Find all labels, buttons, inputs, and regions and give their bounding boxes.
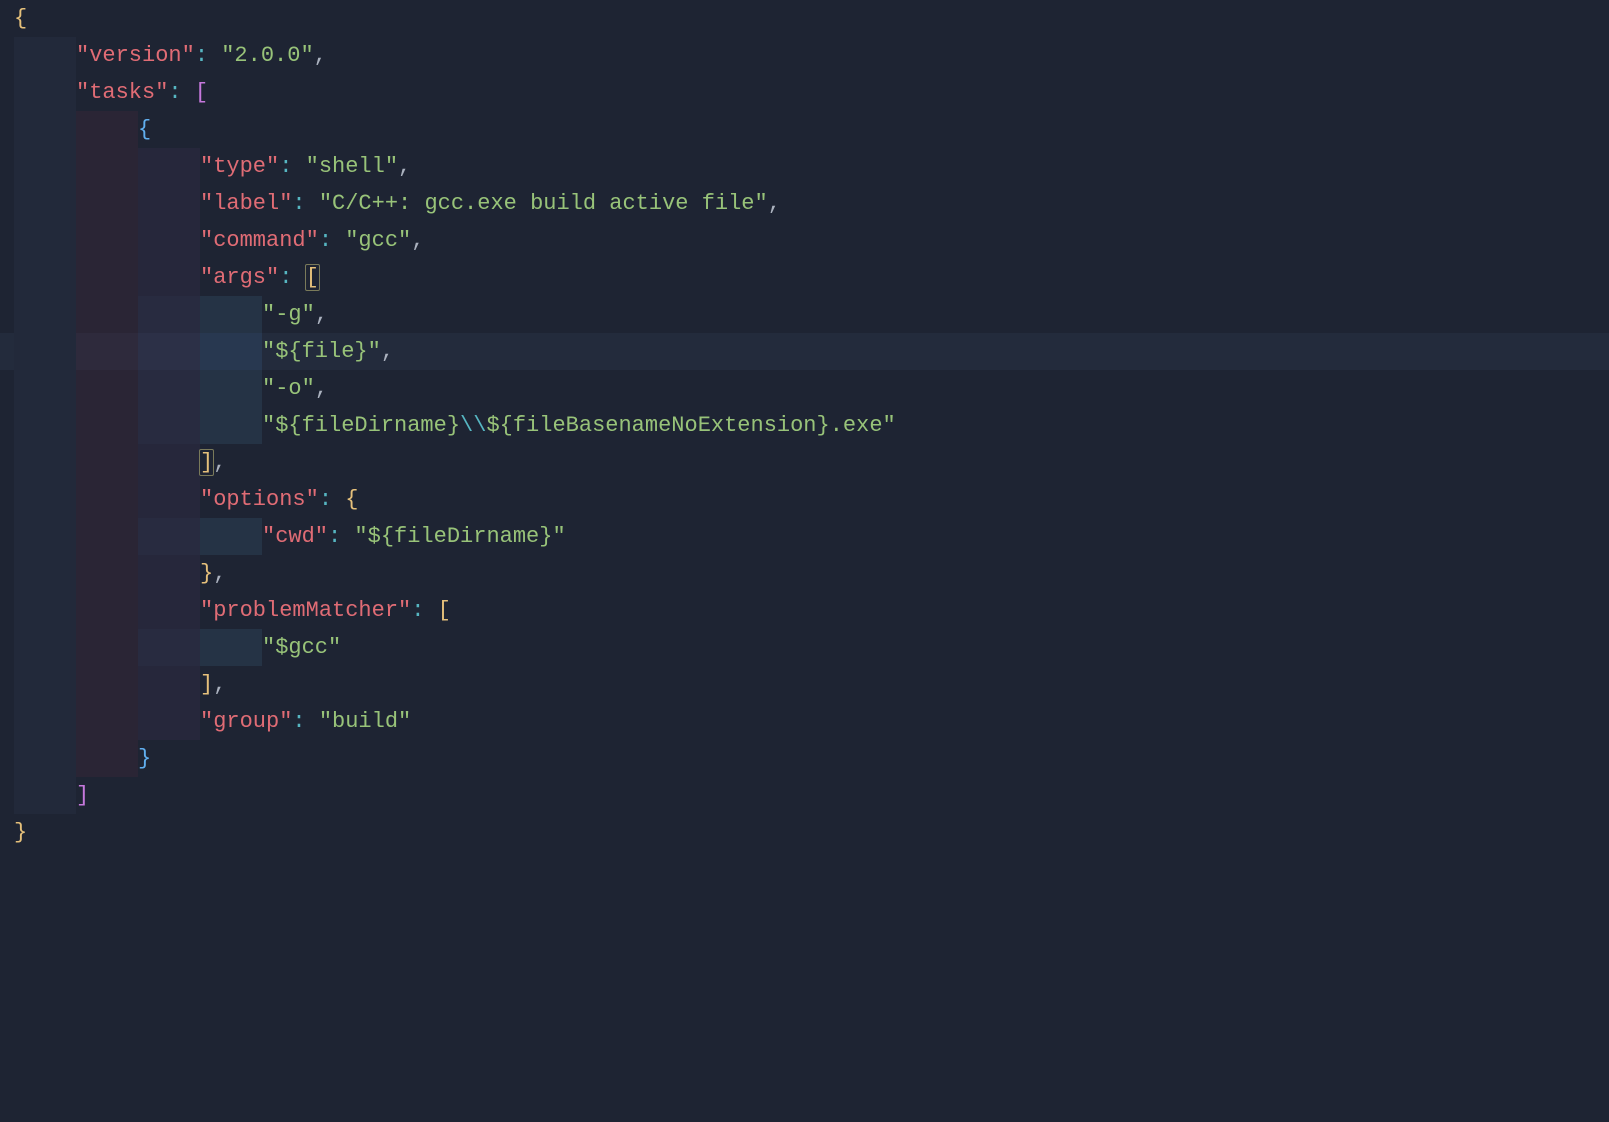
code-line[interactable]: "args": [: [0, 259, 1609, 296]
code-line[interactable]: {: [0, 111, 1609, 148]
json-string: "gcc": [345, 228, 411, 253]
code-line[interactable]: "type": "shell",: [0, 148, 1609, 185]
json-key: "cwd": [262, 524, 328, 549]
code-line[interactable]: "tasks": [: [0, 74, 1609, 111]
code-line[interactable]: "$gcc": [0, 629, 1609, 666]
code-line[interactable]: ],: [0, 444, 1609, 481]
code-line[interactable]: "problemMatcher": [: [0, 592, 1609, 629]
escape-seq: \\: [460, 413, 486, 438]
close-brace: }: [14, 820, 27, 845]
json-string: "${fileDirname}: [262, 413, 460, 438]
json-string: "$gcc": [262, 635, 341, 660]
code-line[interactable]: },: [0, 555, 1609, 592]
code-line[interactable]: "-g",: [0, 296, 1609, 333]
json-key: "problemMatcher": [200, 598, 411, 623]
close-bracket: ]: [200, 672, 213, 697]
open-bracket: [: [195, 80, 208, 105]
code-line[interactable]: ],: [0, 666, 1609, 703]
open-brace: {: [14, 6, 27, 31]
json-string: "${fileDirname}": [354, 524, 565, 549]
json-key: "options": [200, 487, 319, 512]
json-string: "-o": [262, 376, 315, 401]
json-key: "tasks": [76, 80, 168, 105]
json-string: ${fileBasenameNoExtension}.exe": [486, 413, 895, 438]
close-bracket: ]: [76, 783, 89, 808]
json-key: "label": [200, 191, 292, 216]
close-bracket-matched: ]: [199, 449, 214, 476]
json-string: "C/C++: gcc.exe build active file": [319, 191, 768, 216]
code-line[interactable]: "-o",: [0, 370, 1609, 407]
json-string: "2.0.0": [221, 43, 313, 68]
json-key: "args": [200, 265, 279, 290]
code-editor[interactable]: { "version": "2.0.0", "tasks": [ { "type…: [0, 0, 1609, 851]
json-key: "command": [200, 228, 319, 253]
code-line[interactable]: {: [0, 0, 1609, 37]
code-line[interactable]: "command": "gcc",: [0, 222, 1609, 259]
code-line[interactable]: "group": "build": [0, 703, 1609, 740]
close-brace: }: [138, 746, 151, 771]
close-brace: }: [200, 561, 213, 586]
code-line[interactable]: }: [0, 740, 1609, 777]
open-bracket: [: [438, 598, 451, 623]
open-bracket-matched: [: [305, 264, 320, 291]
code-line[interactable]: "version": "2.0.0",: [0, 37, 1609, 74]
json-key: "version": [76, 43, 195, 68]
code-line-active[interactable]: "${file}",: [0, 333, 1609, 370]
open-brace: {: [345, 487, 358, 512]
json-string: "build": [319, 709, 411, 734]
code-line[interactable]: "cwd": "${fileDirname}": [0, 518, 1609, 555]
code-line[interactable]: "label": "C/C++: gcc.exe build active fi…: [0, 185, 1609, 222]
code-line[interactable]: ]: [0, 777, 1609, 814]
json-key: "group": [200, 709, 292, 734]
json-key: "type": [200, 154, 279, 179]
code-line[interactable]: "options": {: [0, 481, 1609, 518]
code-line[interactable]: }: [0, 814, 1609, 851]
open-brace: {: [138, 117, 151, 142]
json-string: "${file}": [262, 339, 381, 364]
code-line[interactable]: "${fileDirname}\\${fileBasenameNoExtensi…: [0, 407, 1609, 444]
json-string: "-g": [262, 302, 315, 327]
json-string: "shell": [306, 154, 398, 179]
